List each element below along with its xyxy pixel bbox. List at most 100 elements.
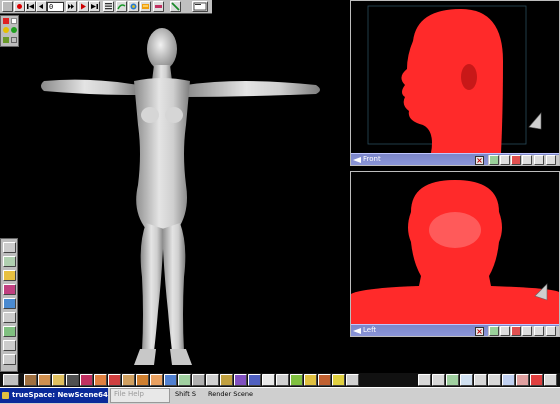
grip-icon[interactable] <box>3 374 19 386</box>
tools-icon[interactable] <box>3 354 16 365</box>
lathe-icon[interactable] <box>122 374 135 386</box>
rotate-icon[interactable] <box>38 374 51 386</box>
front-viewport-label: Front <box>363 155 381 163</box>
keyframe-editor-icon[interactable] <box>103 1 114 12</box>
menu-file[interactable]: File <box>114 390 126 398</box>
render-icon[interactable] <box>220 374 233 386</box>
boolean-icon[interactable] <box>164 374 177 386</box>
menu-help[interactable]: Help <box>128 390 144 398</box>
yellow-swatch-icon[interactable] <box>3 27 9 33</box>
human-figure-model[interactable] <box>41 28 320 365</box>
status-action: Render Scene <box>208 390 254 398</box>
deform-icon[interactable] <box>3 270 16 281</box>
scale-icon[interactable] <box>52 374 65 386</box>
ruler-icon[interactable] <box>502 374 515 386</box>
left-render-icon[interactable] <box>511 326 521 336</box>
frame-number-field[interactable]: 0 <box>47 2 64 12</box>
light-tool-icon[interactable] <box>178 374 191 386</box>
white-swatch-icon[interactable] <box>11 18 17 24</box>
paint-icon[interactable] <box>108 374 121 386</box>
object-tool-icon[interactable] <box>24 374 37 386</box>
hierarchy-icon[interactable] <box>3 340 16 351</box>
material-icon[interactable] <box>3 298 16 309</box>
left-eye-icon[interactable] <box>500 326 510 336</box>
perspective-view[interactable] <box>20 15 348 372</box>
terminal-icon[interactable] <box>192 1 208 12</box>
physics-icon[interactable] <box>346 374 359 386</box>
zoom-icon[interactable] <box>446 374 459 386</box>
record-anim-icon[interactable] <box>530 374 543 386</box>
brush-icon[interactable] <box>128 1 139 12</box>
front-close-icon[interactable]: × <box>475 156 484 165</box>
array-icon[interactable] <box>248 374 261 386</box>
object-palette <box>0 15 19 47</box>
next-frame-icon[interactable] <box>66 1 77 12</box>
redo-icon[interactable] <box>488 374 501 386</box>
path-icon[interactable] <box>116 1 127 12</box>
script-icon[interactable] <box>206 374 219 386</box>
bones-icon[interactable] <box>332 374 345 386</box>
left-viewport[interactable]: Left × <box>350 171 560 337</box>
slope-icon[interactable] <box>170 1 181 12</box>
grid-icon[interactable] <box>3 37 9 43</box>
front-pan-icon[interactable] <box>522 155 532 165</box>
mannequin-icon[interactable] <box>304 374 317 386</box>
table-icon[interactable] <box>460 374 473 386</box>
camera-icon[interactable] <box>192 374 205 386</box>
red-swatch-icon[interactable] <box>3 18 9 24</box>
sweep-icon[interactable] <box>66 374 79 386</box>
prev-key-icon[interactable] <box>36 1 47 12</box>
play-icon[interactable] <box>78 1 89 12</box>
left-rotate-icon[interactable] <box>534 326 544 336</box>
rewind-icon[interactable] <box>25 1 36 12</box>
play-anim-icon[interactable] <box>516 374 529 386</box>
landscape-icon[interactable] <box>3 326 16 337</box>
face-icon[interactable] <box>318 374 331 386</box>
paint-object-icon[interactable] <box>140 1 151 12</box>
scene-icon[interactable] <box>3 256 16 267</box>
bevel-icon[interactable] <box>150 374 163 386</box>
left-viewport-titlebar[interactable]: Left × <box>351 324 559 336</box>
front-render-icon[interactable] <box>511 155 521 165</box>
nav-icon[interactable] <box>11 37 17 43</box>
main-toolbar <box>0 373 560 387</box>
mesh-icon[interactable] <box>80 374 93 386</box>
view-icon[interactable] <box>432 374 445 386</box>
eye-icon[interactable] <box>353 327 361 335</box>
status-shortcut: Shift S <box>175 390 196 398</box>
left-close-icon[interactable]: × <box>475 327 484 336</box>
left-wireframe-head <box>351 180 559 324</box>
animation-toolbar: 0 <box>0 0 212 14</box>
palette-grip-icon[interactable] <box>2 1 13 12</box>
left-zoom-icon[interactable] <box>489 326 499 336</box>
record-icon[interactable] <box>14 1 25 12</box>
sculpt-icon[interactable] <box>94 374 107 386</box>
eye-icon[interactable] <box>353 156 361 164</box>
front-rotate-icon[interactable] <box>534 155 544 165</box>
plant-icon[interactable] <box>290 374 303 386</box>
green-swatch-icon[interactable] <box>11 27 17 33</box>
spline-icon[interactable] <box>153 1 164 12</box>
library-icon[interactable] <box>3 242 16 253</box>
front-fit-icon[interactable] <box>546 155 556 165</box>
texture-icon[interactable] <box>136 374 149 386</box>
grid-snap-icon[interactable] <box>262 374 275 386</box>
front-eye-icon[interactable] <box>500 155 510 165</box>
taskbar-app-button[interactable]: trueSpace: NewScene64 <box>0 388 108 403</box>
group-icon[interactable] <box>234 374 247 386</box>
front-wireframe-head <box>367 5 542 153</box>
end-icon[interactable] <box>89 1 100 12</box>
window-icon[interactable] <box>418 374 431 386</box>
object-info-icon[interactable] <box>3 312 16 323</box>
left-fit-icon[interactable] <box>546 326 556 336</box>
undo-icon[interactable] <box>474 374 487 386</box>
front-zoom-icon[interactable] <box>489 155 499 165</box>
left-pan-icon[interactable] <box>522 326 532 336</box>
front-viewport-titlebar[interactable]: Front × <box>351 153 559 165</box>
help-icon[interactable] <box>544 374 557 386</box>
front-view-tools <box>488 155 559 165</box>
color-icon[interactable] <box>3 284 16 295</box>
front-viewport[interactable]: Front × <box>350 0 560 166</box>
truespace-icon <box>2 392 9 399</box>
spline-tool-icon[interactable] <box>276 374 289 386</box>
